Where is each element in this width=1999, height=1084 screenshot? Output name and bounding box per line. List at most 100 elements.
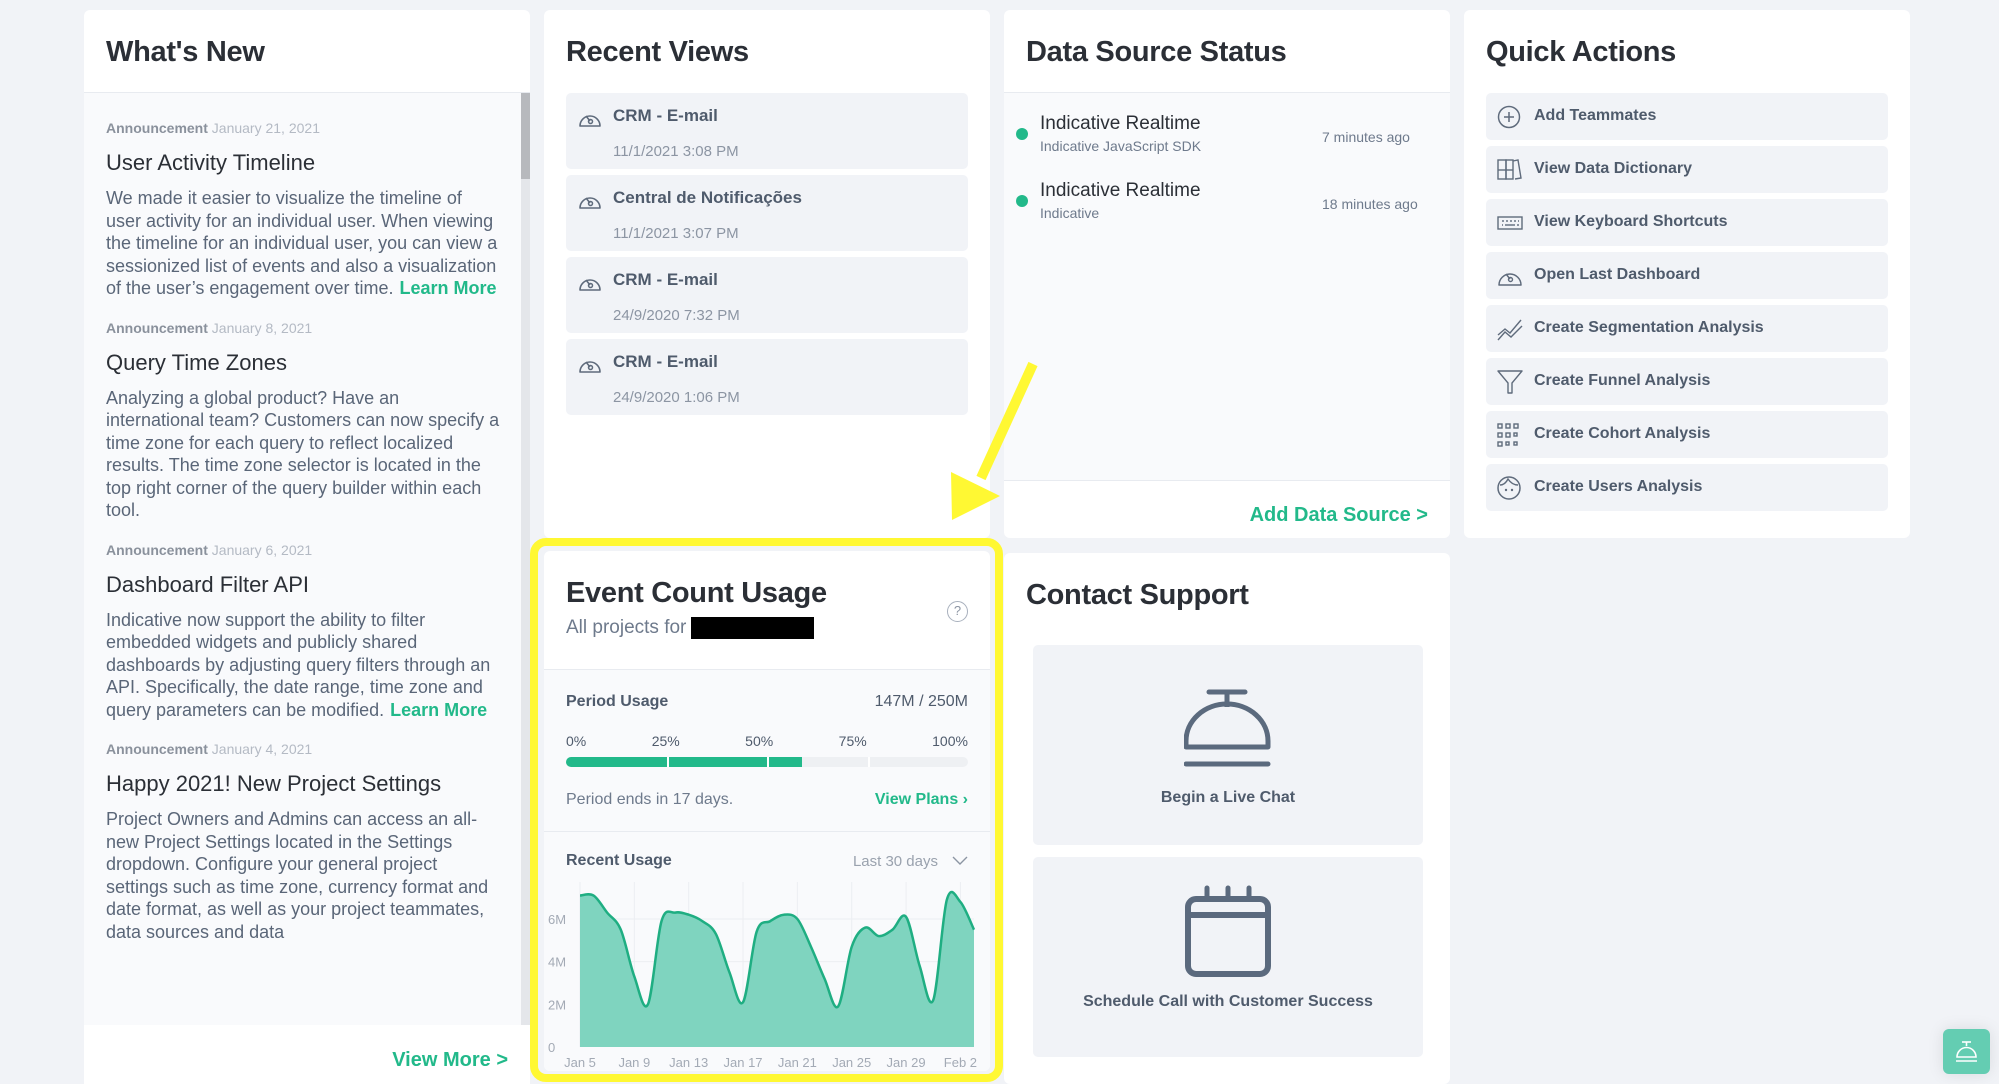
data-source-updated: 7 minutes ago [1322, 129, 1410, 145]
announcement-item: Announcement January 8, 2021 Query Time … [106, 300, 500, 522]
create-users-analysis-button[interactable]: Create Users Analysis [1486, 464, 1888, 511]
create-funnel-analysis-button[interactable]: Create Funnel Analysis [1486, 358, 1888, 405]
book-icon [1497, 159, 1522, 180]
recent-views-card: Recent Views CRM - E-mail 11/1/2021 3:08… [544, 10, 990, 538]
quick-action-label: Create Users Analysis [1534, 478, 1703, 495]
announcement-date: January 21, 2021 [211, 120, 320, 136]
status-dot-icon [1016, 195, 1028, 207]
quick-actions-title: Quick Actions [1486, 36, 1677, 68]
y-tick-label: 6M [548, 912, 566, 927]
announcement-title: User Activity Timeline [106, 150, 316, 175]
redacted-account-name [691, 617, 815, 639]
schedule-call-label: Schedule Call with Customer Success [1083, 993, 1373, 1010]
x-tick-label: Jan 5 [564, 1055, 596, 1070]
open-last-dashboard-button[interactable]: Open Last Dashboard [1486, 252, 1888, 299]
usage-area-fill [580, 891, 974, 1047]
funnel-icon [1497, 370, 1523, 394]
recent-view-item[interactable]: CRM - E-mail 24/9/2020 7:32 PM [566, 257, 968, 333]
x-tick-label: Jan 9 [618, 1055, 650, 1070]
view-plans-label: View Plans [874, 791, 959, 808]
data-source-list: Indicative Realtime Indicative JavaScrip… [1004, 93, 1450, 481]
data-source-updated: 18 minutes ago [1322, 196, 1418, 212]
add-teammates-button[interactable]: Add Teammates [1486, 93, 1888, 140]
recent-view-name: CRM - E-mail [613, 270, 718, 289]
announcement-item: Announcement January 21, 2021 User Activ… [106, 93, 500, 300]
x-tick-label: Feb 2 [944, 1055, 977, 1070]
progress-separator [767, 757, 769, 767]
learn-more-link[interactable]: Learn More [390, 700, 487, 720]
recent-views-header: Recent Views [544, 10, 990, 93]
learn-more-link[interactable]: Learn More [400, 278, 497, 298]
contact-support-title: Contact Support [1026, 579, 1249, 611]
announcement-body: Analyzing a global product? Have an inte… [106, 387, 500, 522]
quick-actions-header: Quick Actions [1464, 10, 1910, 93]
create-cohort-analysis-button[interactable]: Create Cohort Analysis [1486, 411, 1888, 458]
recent-view-item[interactable]: CRM - E-mail 24/9/2020 1:06 PM [566, 339, 968, 415]
recent-view-name: Central de Notificações [613, 188, 802, 207]
view-keyboard-shortcuts-button[interactable]: View Keyboard Shortcuts [1486, 199, 1888, 246]
view-plans-link[interactable]: View Plans › [875, 791, 968, 809]
live-chat-label: Begin a Live Chat [1160, 789, 1296, 806]
recent-view-name: CRM - E-mail [613, 352, 718, 371]
tick-label: 50% [745, 733, 774, 749]
date-range-value: Last 30 days [852, 852, 938, 870]
view-more-link[interactable]: View More > [84, 1025, 530, 1084]
live-chat-button[interactable]: Begin a Live Chat [1033, 645, 1423, 845]
contact-support-header: Contact Support [1004, 553, 1450, 645]
tick-label: 0% [566, 733, 587, 749]
y-tick-label: 4M [548, 955, 566, 970]
data-source-item[interactable]: Indicative Realtime Indicative 18 minute… [1004, 160, 1450, 227]
usage-percent-ticks: 0% 25% 50% 75% 100% [566, 733, 968, 749]
event-usage-header: Event Count Usage All projects for ? [544, 551, 990, 670]
recent-view-time: 24/9/2020 7:32 PM [613, 307, 740, 324]
dashboard-gauge-icon [1498, 273, 1522, 286]
announcement-item: Announcement January 4, 2021 Happy 2021!… [106, 721, 500, 943]
announcement-type: Announcement [106, 741, 208, 757]
recent-view-item[interactable]: CRM - E-mail 11/1/2021 3:08 PM [566, 93, 968, 169]
announcement-title: Dashboard Filter API [106, 571, 309, 597]
plus-circle-icon [1497, 105, 1521, 129]
chevron-right-icon: › [962, 791, 968, 808]
announcement-feed[interactable]: Announcement January 21, 2021 User Activ… [84, 93, 530, 1025]
dashboard-gauge-icon [579, 279, 601, 291]
y-tick-label: 0 [548, 1040, 555, 1055]
recent-usage-section: Recent Usage Last 30 days 0 2M 4M 6M Jan 5 Ja… [544, 832, 990, 1071]
scrollbar-thumb[interactable] [521, 93, 530, 179]
event-usage-title: Event Count Usage [566, 577, 827, 609]
help-question-icon[interactable]: ? [947, 601, 968, 622]
support-chat-widget[interactable] [1943, 1029, 1990, 1074]
view-data-dictionary-button[interactable]: View Data Dictionary [1486, 146, 1888, 193]
create-segmentation-analysis-button[interactable]: Create Segmentation Analysis [1486, 305, 1888, 352]
dashboard-gauge-icon [579, 115, 601, 127]
whats-new-title: What's New [106, 36, 265, 68]
quick-action-label: View Data Dictionary [1534, 160, 1692, 177]
data-source-title: Data Source Status [1026, 36, 1287, 68]
announcement-date: January 4, 2021 [211, 741, 313, 757]
progress-separator [666, 757, 669, 767]
keyboard-icon [1497, 216, 1523, 230]
period-usage-value: 147M / 250M [874, 693, 968, 710]
calendar-icon [1185, 885, 1271, 977]
whats-new-header: What's New [84, 10, 530, 93]
period-usage-label: Period Usage [566, 693, 669, 710]
service-bell-icon [1956, 1041, 1977, 1062]
scrollbar-track[interactable] [521, 93, 530, 1025]
recent-view-time: 11/1/2021 3:07 PM [613, 225, 739, 242]
date-range-dropdown[interactable]: Last 30 days [853, 853, 968, 870]
event-count-usage-card: Event Count Usage All projects for ? Per… [544, 551, 990, 1071]
data-source-item[interactable]: Indicative Realtime Indicative JavaScrip… [1004, 93, 1450, 160]
tick-label: 25% [651, 733, 680, 749]
announcement-text: Project Owners and Admins can access an … [106, 809, 489, 942]
schedule-call-button[interactable]: Schedule Call with Customer Success [1033, 857, 1423, 1057]
cohort-grid-icon [1497, 423, 1519, 447]
recent-view-name: CRM - E-mail [613, 106, 718, 125]
announcement-body: Indicative now support the ability to fi… [106, 609, 500, 722]
recent-views-title: Recent Views [566, 36, 749, 68]
event-usage-subtitle: All projects for [566, 617, 687, 638]
recent-usage-label: Recent Usage [566, 852, 672, 869]
tick-label: 75% [838, 733, 867, 749]
recent-view-item[interactable]: Central de Notificações 11/1/2021 3:07 P… [566, 175, 968, 251]
add-data-source-link[interactable]: Add Data Source > [1004, 481, 1450, 538]
period-ends-text: Period ends in 17 days. [566, 791, 734, 808]
announcement-title: Query Time Zones [106, 349, 287, 375]
